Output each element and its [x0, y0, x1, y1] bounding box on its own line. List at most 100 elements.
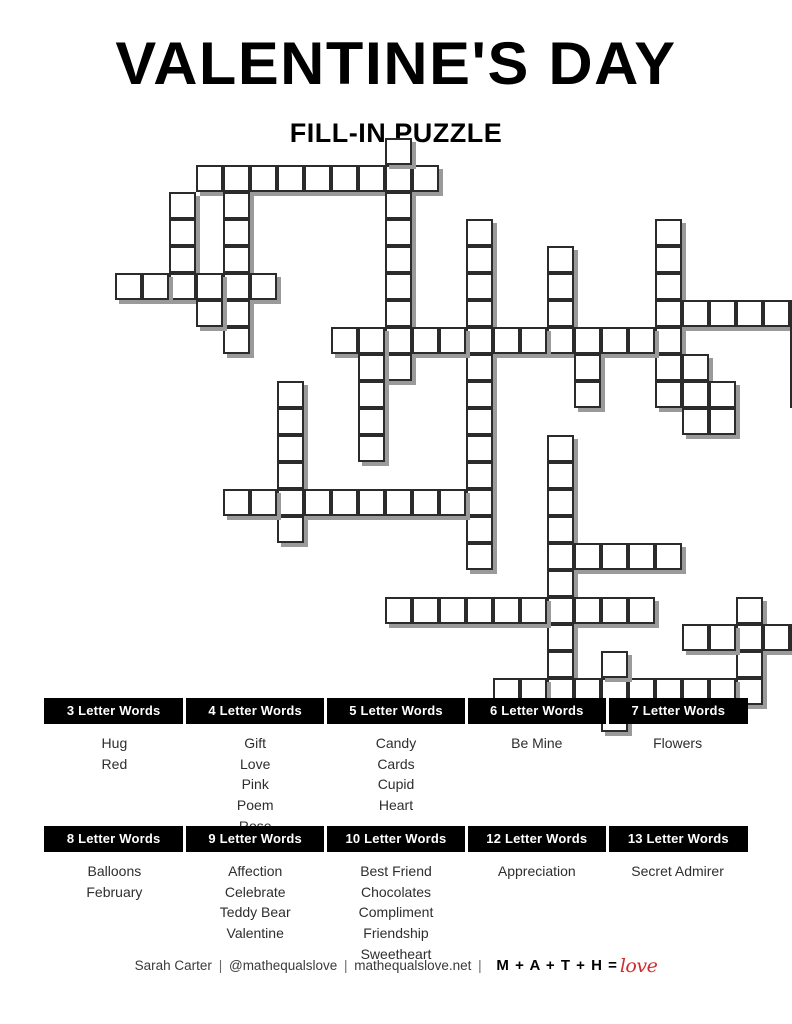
puzzle-cell[interactable]: [169, 273, 196, 300]
puzzle-cell[interactable]: [547, 300, 574, 327]
puzzle-cell[interactable]: [655, 381, 682, 408]
puzzle-cell[interactable]: [250, 165, 277, 192]
puzzle-cell[interactable]: [547, 273, 574, 300]
puzzle-cell[interactable]: [385, 300, 412, 327]
puzzle-cell[interactable]: [358, 408, 385, 435]
puzzle-cell[interactable]: [223, 273, 250, 300]
puzzle-cell[interactable]: [358, 381, 385, 408]
puzzle-cell[interactable]: [412, 489, 439, 516]
puzzle-cell[interactable]: [250, 489, 277, 516]
puzzle-cell[interactable]: [385, 219, 412, 246]
puzzle-cell[interactable]: [547, 435, 574, 462]
puzzle-cell[interactable]: [547, 462, 574, 489]
puzzle-cell[interactable]: [682, 408, 709, 435]
puzzle-cell[interactable]: [277, 408, 304, 435]
puzzle-cell[interactable]: [682, 300, 709, 327]
puzzle-cell[interactable]: [466, 408, 493, 435]
puzzle-cell[interactable]: [223, 165, 250, 192]
puzzle-cell[interactable]: [466, 381, 493, 408]
puzzle-cell[interactable]: [358, 165, 385, 192]
puzzle-cell[interactable]: [655, 246, 682, 273]
puzzle-cell[interactable]: [304, 165, 331, 192]
puzzle-cell[interactable]: [628, 597, 655, 624]
puzzle-cell[interactable]: [385, 192, 412, 219]
puzzle-cell[interactable]: [142, 273, 169, 300]
puzzle-cell[interactable]: [655, 300, 682, 327]
puzzle-cell[interactable]: [466, 354, 493, 381]
puzzle-cell[interactable]: [466, 435, 493, 462]
puzzle-cell[interactable]: [439, 489, 466, 516]
puzzle-cell[interactable]: [412, 597, 439, 624]
puzzle-cell[interactable]: [574, 354, 601, 381]
puzzle-cell[interactable]: [223, 219, 250, 246]
puzzle-cell[interactable]: [466, 489, 493, 516]
puzzle-cell[interactable]: [736, 651, 763, 678]
puzzle-cell[interactable]: [574, 381, 601, 408]
puzzle-cell[interactable]: [709, 408, 736, 435]
puzzle-cell[interactable]: [547, 489, 574, 516]
puzzle-cell[interactable]: [277, 381, 304, 408]
puzzle-cell[interactable]: [466, 246, 493, 273]
puzzle-cell[interactable]: [466, 300, 493, 327]
puzzle-cell[interactable]: [736, 597, 763, 624]
puzzle-cell[interactable]: [358, 327, 385, 354]
puzzle-cell[interactable]: [547, 246, 574, 273]
puzzle-cell[interactable]: [169, 219, 196, 246]
puzzle-cell[interactable]: [223, 327, 250, 354]
puzzle-cell[interactable]: [439, 327, 466, 354]
puzzle-cell[interactable]: [196, 300, 223, 327]
puzzle-cell[interactable]: [493, 597, 520, 624]
puzzle-cell[interactable]: [304, 489, 331, 516]
puzzle-cell[interactable]: [385, 489, 412, 516]
puzzle-cell[interactable]: [385, 165, 412, 192]
puzzle-cell[interactable]: [169, 246, 196, 273]
puzzle-cell[interactable]: [547, 651, 574, 678]
puzzle-cell[interactable]: [466, 273, 493, 300]
puzzle-cell[interactable]: [466, 219, 493, 246]
puzzle-cell[interactable]: [385, 354, 412, 381]
puzzle-cell[interactable]: [385, 273, 412, 300]
puzzle-cell[interactable]: [682, 624, 709, 651]
puzzle-cell[interactable]: [250, 273, 277, 300]
puzzle-cell[interactable]: [628, 543, 655, 570]
puzzle-cell[interactable]: [682, 381, 709, 408]
puzzle-cell[interactable]: [277, 516, 304, 543]
puzzle-cell[interactable]: [547, 516, 574, 543]
puzzle-cell[interactable]: [466, 462, 493, 489]
puzzle-cell[interactable]: [736, 624, 763, 651]
puzzle-cell[interactable]: [601, 597, 628, 624]
puzzle-cell[interactable]: [709, 300, 736, 327]
puzzle-cell[interactable]: [520, 597, 547, 624]
puzzle-cell[interactable]: [358, 354, 385, 381]
puzzle-cell[interactable]: [601, 543, 628, 570]
puzzle-cell[interactable]: [520, 327, 547, 354]
puzzle-cell[interactable]: [466, 327, 493, 354]
puzzle-cell[interactable]: [385, 597, 412, 624]
puzzle-cell[interactable]: [547, 597, 574, 624]
footer-website[interactable]: mathequalslove.net: [354, 958, 471, 973]
puzzle-cell[interactable]: [331, 165, 358, 192]
puzzle-cell[interactable]: [223, 489, 250, 516]
puzzle-cell[interactable]: [223, 300, 250, 327]
puzzle-cell[interactable]: [709, 381, 736, 408]
puzzle-cell[interactable]: [277, 489, 304, 516]
puzzle-cell[interactable]: [655, 273, 682, 300]
puzzle-cell[interactable]: [277, 462, 304, 489]
puzzle-cell[interactable]: [358, 489, 385, 516]
puzzle-cell[interactable]: [493, 327, 520, 354]
puzzle-cell[interactable]: [736, 300, 763, 327]
puzzle-cell[interactable]: [655, 219, 682, 246]
puzzle-cell[interactable]: [331, 489, 358, 516]
puzzle-cell[interactable]: [223, 192, 250, 219]
puzzle-cell[interactable]: [547, 543, 574, 570]
puzzle-cell[interactable]: [655, 543, 682, 570]
puzzle-cell[interactable]: [385, 327, 412, 354]
puzzle-cell[interactable]: [385, 246, 412, 273]
puzzle-cell[interactable]: [547, 570, 574, 597]
puzzle-cell[interactable]: [547, 624, 574, 651]
puzzle-cell[interactable]: [358, 435, 385, 462]
puzzle-cell[interactable]: [655, 327, 682, 354]
puzzle-cell[interactable]: [169, 192, 196, 219]
puzzle-cell[interactable]: [547, 327, 574, 354]
puzzle-cell[interactable]: [601, 327, 628, 354]
